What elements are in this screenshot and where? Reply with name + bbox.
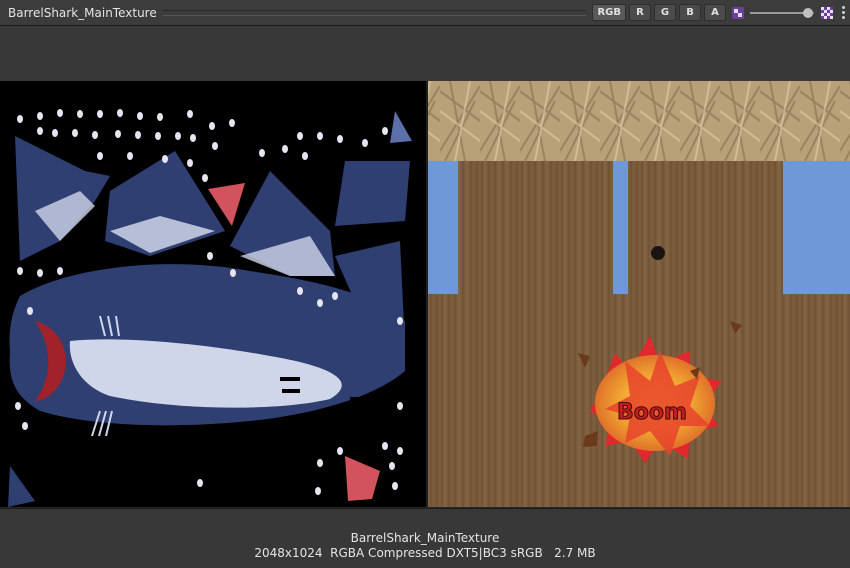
boom-decal-text: Boom — [617, 400, 687, 425]
checker-icon[interactable] — [821, 6, 833, 19]
texture-info: 2048x1024 RGBA Compressed DXT5|BC3 sRGB … — [254, 546, 596, 560]
channel-rgb-button[interactable]: RGB — [592, 4, 626, 21]
preview-footer: BarrelShark_MainTexture 2048x1024 RGBA C… — [0, 508, 850, 568]
channel-a-button[interactable]: A — [704, 4, 726, 21]
fin-uv-4 — [335, 161, 410, 226]
channel-r-button[interactable]: R — [629, 4, 651, 21]
mip-level-slider[interactable] — [750, 6, 814, 20]
preview-toolbar: BarrelShark_MainTexture RGB R G B A — [0, 0, 850, 26]
texture-name: BarrelShark_MainTexture — [350, 531, 500, 545]
inspector-spacer — [0, 26, 850, 81]
more-icon[interactable] — [839, 6, 847, 20]
metal-band-uv — [428, 81, 850, 161]
title-divider — [162, 9, 587, 16]
texture-image: Boom — [0, 81, 850, 507]
slider-fill — [750, 11, 808, 14]
mip-icon — [732, 6, 744, 19]
slider-thumb[interactable] — [802, 7, 813, 18]
channel-b-button[interactable]: B — [679, 4, 701, 21]
texture-preview: Boom — [0, 81, 850, 507]
wood-panel-uv-2 — [628, 161, 783, 294]
bung-hole-uv — [651, 246, 665, 260]
channel-g-button[interactable]: G — [654, 4, 676, 21]
window-title: BarrelShark_MainTexture — [8, 5, 157, 20]
wood-panel-uv-1 — [458, 161, 613, 294]
